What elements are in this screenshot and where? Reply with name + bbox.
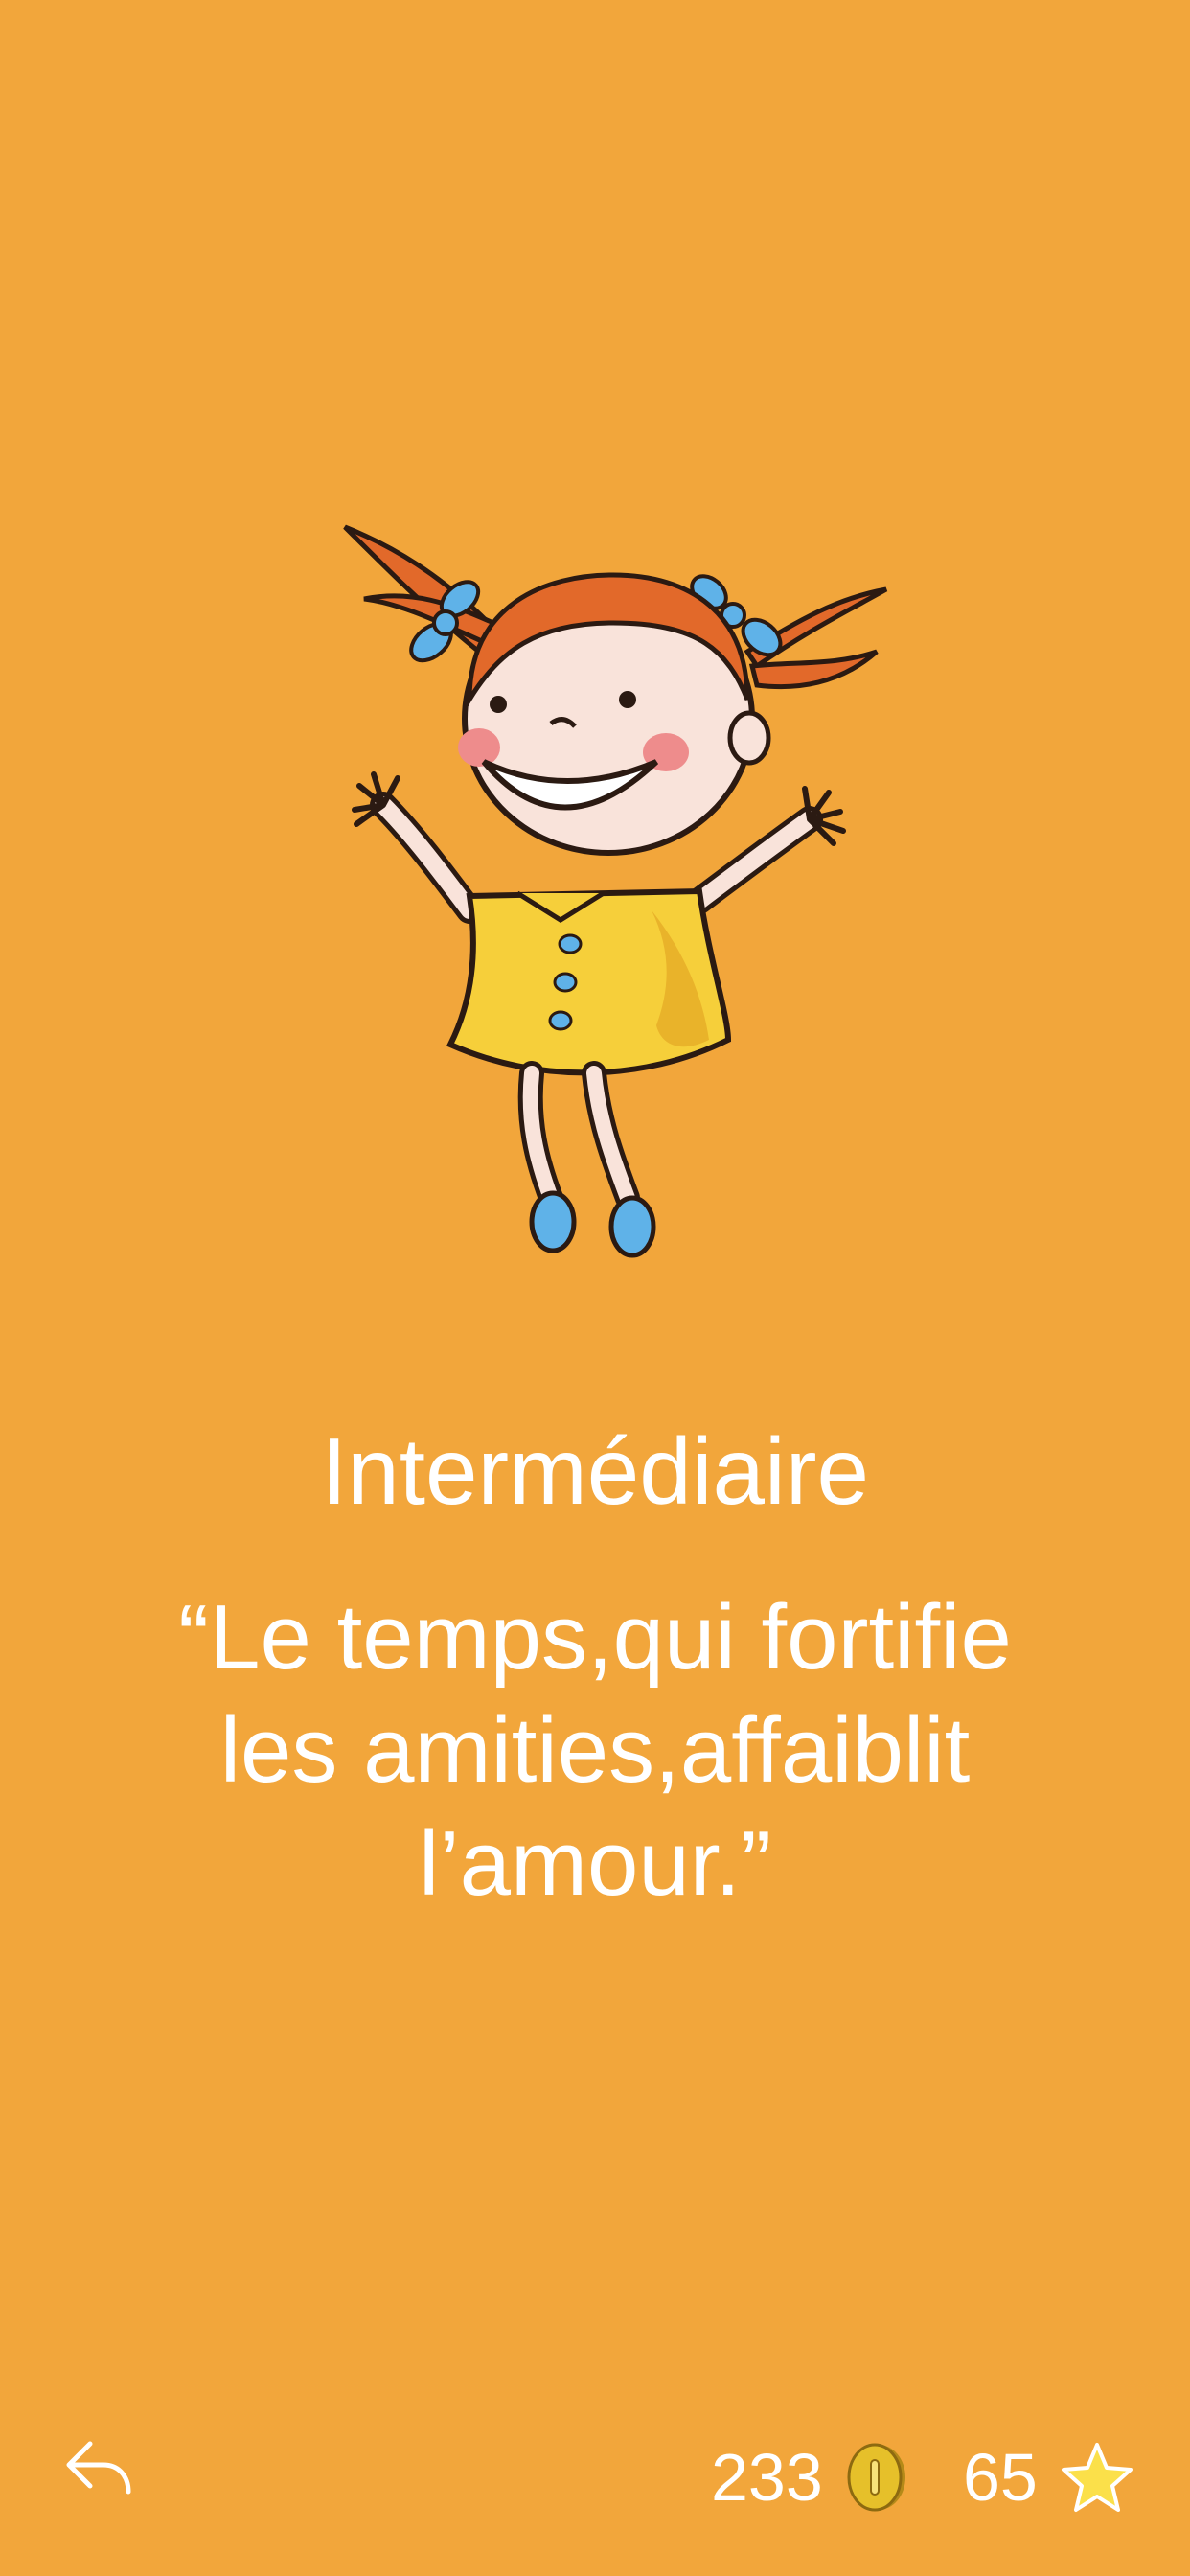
coin-icon — [847, 2443, 905, 2512]
dress — [446, 887, 732, 1076]
legs — [517, 1061, 656, 1258]
quote-text: “Le temps,qui fortifie les amities,affai… — [178, 1586, 1012, 1915]
coin-count: 233 — [711, 2440, 823, 2515]
head — [458, 572, 771, 856]
girl-illustration — [343, 524, 888, 1258]
coin-counter: 233 — [711, 2434, 907, 2520]
star-icon — [1061, 2443, 1133, 2512]
star-counter: 65 — [963, 2434, 1133, 2520]
share-back-icon[interactable] — [61, 2434, 136, 2509]
level-title: Intermédiaire — [321, 1418, 869, 1524]
star-count: 65 — [963, 2440, 1038, 2515]
